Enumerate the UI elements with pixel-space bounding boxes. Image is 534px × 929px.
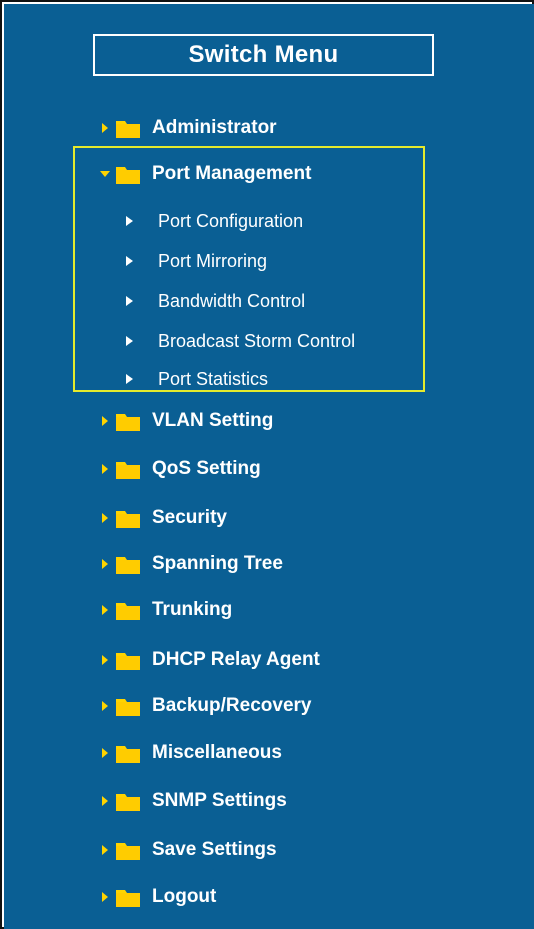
menu-item-label: QoS Setting bbox=[152, 458, 261, 479]
menu-item-label: Spanning Tree bbox=[152, 553, 283, 574]
submenu-item-broadcast-storm-control[interactable]: Broadcast Storm Control bbox=[124, 328, 355, 354]
menu-item-save-settings[interactable]: Save Settings bbox=[98, 836, 277, 864]
folder-icon bbox=[116, 843, 140, 860]
caret-right-icon bbox=[98, 511, 112, 525]
menu-item-port-management[interactable]: Port Management bbox=[98, 160, 311, 188]
folder-icon bbox=[116, 511, 140, 528]
folder-icon bbox=[116, 603, 140, 620]
folder-icon bbox=[116, 794, 140, 811]
menu-item-label: Save Settings bbox=[152, 839, 277, 860]
folder-icon bbox=[116, 699, 140, 716]
menu-item-snmp-settings[interactable]: SNMP Settings bbox=[98, 787, 287, 815]
switch-menu-background: Switch Menu Administrator Port Managemen… bbox=[4, 4, 534, 929]
caret-right-icon bbox=[98, 746, 112, 760]
caret-right-icon bbox=[98, 653, 112, 667]
menu-item-label: Port Management bbox=[152, 163, 312, 184]
submenu-item-port-configuration[interactable]: Port Configuration bbox=[124, 208, 303, 234]
menu-item-label: Miscellaneous bbox=[152, 742, 282, 763]
caret-right-icon bbox=[98, 699, 112, 713]
submenu-item-port-mirroring[interactable]: Port Mirroring bbox=[124, 248, 267, 274]
submenu-item-label: Bandwidth Control bbox=[158, 290, 306, 311]
menu-item-administrator[interactable]: Administrator bbox=[98, 114, 277, 142]
caret-right-icon bbox=[98, 890, 112, 904]
menu-item-label: Trunking bbox=[152, 599, 233, 620]
submenu-item-label: Port Configuration bbox=[158, 210, 304, 231]
folder-icon bbox=[116, 746, 140, 763]
menu-item-label: VLAN Setting bbox=[152, 410, 274, 431]
folder-icon bbox=[116, 121, 140, 138]
triangle-right-icon bbox=[126, 216, 133, 226]
caret-down-icon bbox=[98, 167, 112, 181]
caret-right-icon bbox=[98, 462, 112, 476]
caret-right-icon bbox=[98, 557, 112, 571]
folder-icon bbox=[116, 557, 140, 574]
submenu-item-label: Port Mirroring bbox=[158, 250, 268, 271]
folder-icon bbox=[116, 890, 140, 907]
menu-item-label: Backup/Recovery bbox=[152, 695, 312, 716]
menu-item-spanning-tree[interactable]: Spanning Tree bbox=[98, 550, 283, 578]
caret-right-icon bbox=[98, 414, 112, 428]
submenu-item-port-statistics[interactable]: Port Statistics bbox=[124, 366, 268, 392]
menu-item-backup-recovery[interactable]: Backup/Recovery bbox=[98, 692, 311, 720]
submenu-item-bandwidth-control[interactable]: Bandwidth Control bbox=[124, 288, 305, 314]
caret-right-icon bbox=[98, 121, 112, 135]
submenu-item-label: Port Statistics bbox=[158, 368, 269, 389]
menu-item-dhcp-relay-agent[interactable]: DHCP Relay Agent bbox=[98, 646, 320, 674]
menu-item-qos-setting[interactable]: QoS Setting bbox=[98, 455, 261, 483]
menu-item-label: Administrator bbox=[152, 117, 277, 138]
caret-right-icon bbox=[98, 794, 112, 808]
triangle-right-icon bbox=[126, 296, 133, 306]
triangle-right-icon bbox=[126, 374, 133, 384]
menu-item-logout[interactable]: Logout bbox=[98, 883, 216, 911]
triangle-right-icon bbox=[126, 336, 133, 346]
menu-item-vlan-setting[interactable]: VLAN Setting bbox=[98, 407, 273, 435]
menu-item-label: DHCP Relay Agent bbox=[152, 649, 320, 670]
folder-icon bbox=[116, 653, 140, 670]
menu-item-label: Logout bbox=[152, 886, 217, 907]
switch-menu-panel: Switch Menu Administrator Port Managemen… bbox=[0, 0, 534, 929]
folder-icon bbox=[116, 462, 140, 479]
caret-right-icon bbox=[98, 843, 112, 857]
menu-item-label: SNMP Settings bbox=[152, 790, 287, 811]
triangle-right-icon bbox=[126, 256, 133, 266]
folder-icon bbox=[116, 414, 140, 431]
menu-item-label: Security bbox=[152, 507, 227, 528]
menu-title: Switch Menu bbox=[93, 34, 434, 76]
menu-item-trunking[interactable]: Trunking bbox=[98, 596, 232, 624]
caret-right-icon bbox=[98, 603, 112, 617]
menu-item-miscellaneous[interactable]: Miscellaneous bbox=[98, 739, 282, 767]
submenu-item-label: Broadcast Storm Control bbox=[158, 330, 356, 351]
menu-item-security[interactable]: Security bbox=[98, 504, 227, 532]
folder-icon bbox=[116, 167, 140, 184]
